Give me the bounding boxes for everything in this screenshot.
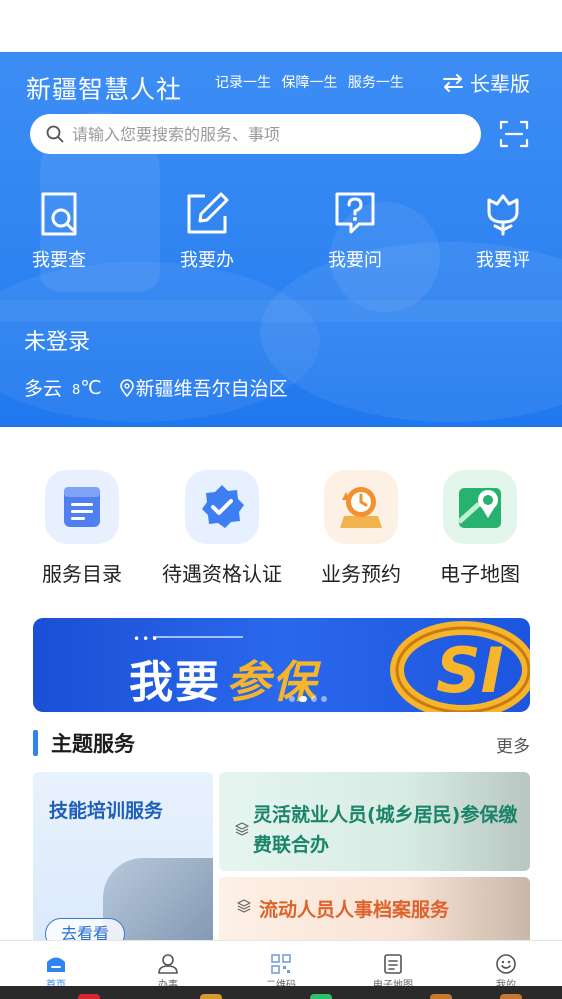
system-app-icon [78, 994, 100, 999]
quick-action-handle[interactable]: 我要办 [157, 190, 257, 272]
catalog-icon [45, 470, 119, 544]
social-insurance-logo: SI [390, 621, 530, 712]
service-catalog[interactable]: 服务目录 [12, 470, 152, 587]
quick-action-label: 我要问 [328, 250, 382, 271]
slogan-item: 保障一生 [281, 75, 338, 91]
quick-action-rate[interactable]: 我要评 [453, 190, 553, 272]
card-skills-training[interactable]: 技能培训服务 去看看 [33, 772, 213, 944]
quick-action-ask[interactable]: 我要问 [305, 190, 405, 272]
search-input[interactable] [72, 124, 452, 144]
quick-action-label: 我要查 [32, 250, 86, 271]
login-status[interactable]: 未登录 [24, 324, 90, 356]
question-icon [335, 192, 375, 234]
layers-icon [235, 822, 249, 836]
card-flexible-employment[interactable]: 灵活就业人员(城乡居民)参保缴费联合办 [219, 772, 530, 871]
quick-action-label: 我要办 [180, 250, 234, 271]
section-title: 主题服务 [51, 732, 135, 756]
status-bar [0, 0, 562, 52]
card-title: 灵活就业人员(城乡居民)参保缴费联合办 [253, 804, 518, 856]
system-app-icon [310, 994, 332, 999]
tulip-icon [487, 194, 519, 236]
quick-action-query[interactable]: 我要查 [9, 190, 109, 272]
pager-dot [311, 696, 317, 702]
appointment-clock-icon [324, 470, 398, 544]
temperature: 8℃ [72, 377, 102, 399]
system-app-icon [500, 994, 522, 999]
verified-badge-icon [185, 470, 259, 544]
pager-dot [289, 696, 295, 702]
banner-dots-decoration: ••• [133, 632, 161, 646]
smile-icon [496, 954, 516, 974]
pager-dot-active [299, 696, 307, 702]
location-text: 新疆维吾尔自治区 [135, 378, 288, 400]
map-pin-icon [443, 470, 517, 544]
location[interactable]: 新疆维吾尔自治区 [119, 374, 288, 401]
system-app-icon [200, 994, 222, 999]
search-icon [46, 125, 64, 143]
layers-icon [237, 899, 251, 913]
system-app-icon [430, 994, 452, 999]
switch-arrows-icon [443, 73, 463, 92]
service-label: 服务目录 [42, 562, 122, 586]
slogan: 记录一生 保障一生 服务一生 [215, 72, 410, 92]
service-electronic-map[interactable]: 电子地图 [410, 470, 550, 587]
system-navigation-bar [0, 986, 562, 999]
service-qualification-auth[interactable]: 待遇资格认证 [152, 470, 292, 587]
page: 新疆智慧人社 记录一生 保障一生 服务一生 长辈版 请输入您要搜索的服务、事项 … [0, 0, 562, 999]
service-label: 待遇资格认证 [162, 562, 282, 586]
weather-info: 多云 8℃ 新疆维吾尔自治区 [24, 374, 288, 401]
temperature-unit: ℃ [80, 376, 102, 399]
banner-text-white: 我要 [129, 657, 221, 708]
theme-service-header: 主题服务 更多 [33, 728, 530, 758]
insurance-banner[interactable]: ••• 我要 参保 SI [33, 618, 530, 712]
service-label: 电子地图 [440, 562, 520, 586]
map-doc-icon [384, 954, 402, 974]
section-accent-bar [33, 730, 38, 756]
quick-action-label: 我要评 [476, 250, 530, 271]
elder-mode-toggle[interactable]: 长辈版 [442, 68, 530, 97]
location-pin-icon [119, 378, 134, 397]
slogan-item: 服务一生 [347, 75, 404, 91]
header-hero: 新疆智慧人社 记录一生 保障一生 服务一生 长辈版 请输入您要搜索的服务、事项 … [0, 52, 562, 427]
user-icon [158, 954, 178, 974]
logo-text: SI [436, 634, 504, 707]
pager-dot [321, 696, 327, 702]
app-title: 新疆智慧人社 [26, 75, 183, 104]
scan-icon[interactable] [498, 118, 530, 150]
more-link[interactable]: 更多 [496, 732, 530, 757]
elder-mode-label: 长辈版 [470, 72, 530, 96]
weather-condition: 多云 [24, 378, 63, 400]
card-title: 技能培训服务 [49, 800, 164, 822]
qr-code-icon [271, 954, 291, 974]
banner-line-decoration [153, 636, 243, 638]
search-bar[interactable] [30, 114, 481, 154]
banner-pager [289, 696, 331, 702]
slogan-item: 记录一生 [215, 75, 271, 91]
edit-icon [187, 192, 229, 234]
card-title: 流动人员人事档案服务 [259, 899, 450, 921]
bottom-tab-bar: 首页 办事 二维码 电子地图 [0, 940, 562, 991]
card-floating-archive[interactable]: 流动人员人事档案服务 [219, 877, 530, 944]
skyline-decoration [0, 300, 562, 322]
search-doc-icon [41, 192, 77, 236]
home-icon [47, 957, 65, 972]
